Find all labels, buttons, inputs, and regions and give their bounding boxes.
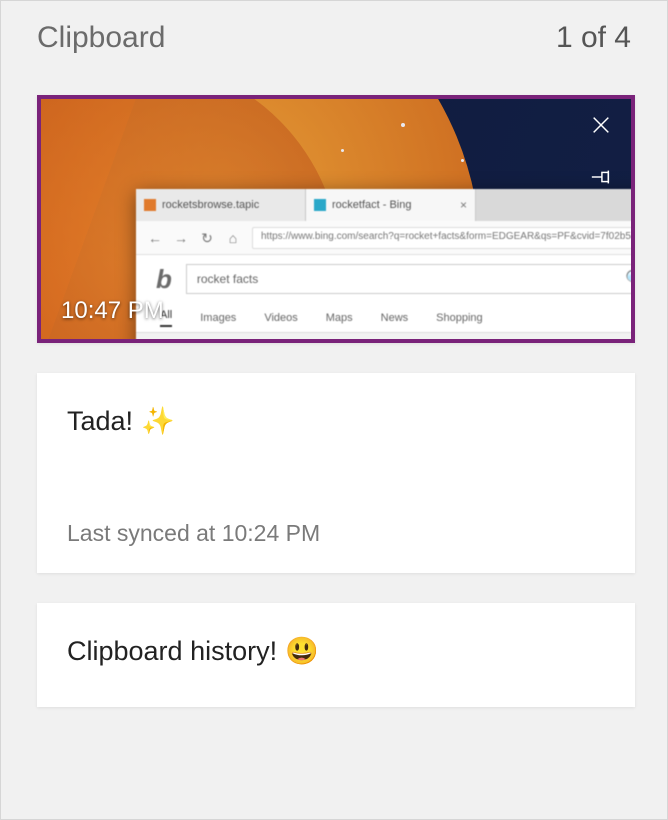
panel-header: Clipboard 1 of 4: [1, 1, 667, 65]
item-counter: 1 of 4: [556, 21, 631, 55]
clipboard-item-text[interactable]: Clipboard history! 😃: [37, 603, 635, 707]
clipboard-panel: Clipboard 1 of 4 rocketsbrowse.tapic roc…: [0, 0, 668, 820]
clipboard-text: Clipboard history!: [67, 636, 277, 667]
sparkles-icon: ✨: [141, 405, 175, 437]
panel-title: Clipboard: [37, 21, 165, 55]
clipboard-text-content: Clipboard history! 😃: [67, 635, 605, 667]
item-timestamp: 10:47 PM: [61, 297, 164, 325]
clipboard-list[interactable]: rocketsbrowse.tapic rocketfact - Bing× ←…: [1, 65, 663, 819]
clipboard-item-image[interactable]: rocketsbrowse.tapic rocketfact - Bing× ←…: [37, 95, 635, 343]
sync-status: Last synced at 10:24 PM: [67, 440, 605, 547]
browser-window-preview: rocketsbrowse.tapic rocketfact - Bing× ←…: [136, 189, 635, 343]
clipboard-text-content: Tada! ✨: [67, 405, 605, 437]
smile-icon: 😃: [285, 635, 319, 667]
pin-icon[interactable]: [585, 161, 617, 193]
item-actions: [585, 109, 617, 193]
clipboard-text: Tada!: [67, 406, 133, 437]
clipboard-item-text[interactable]: Tada! ✨ Last synced at 10:24 PM: [37, 373, 635, 573]
close-icon[interactable]: [585, 109, 617, 141]
